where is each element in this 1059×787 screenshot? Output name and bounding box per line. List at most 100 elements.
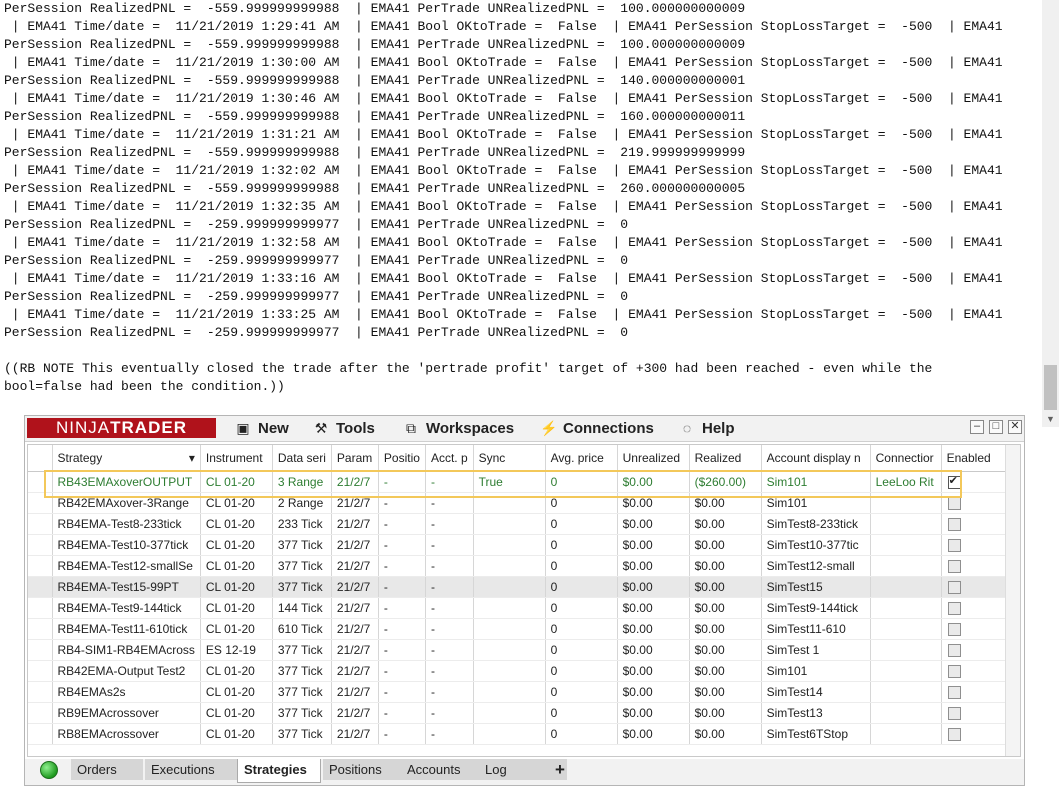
strategy-row[interactable]: RB4EMAs2s CL 01-20 377 Tick 21/2/7- -0 $0.00 $… [28, 681, 1014, 703]
cell-data-seri: 377 Tick [272, 660, 332, 682]
cell-connectior [870, 597, 942, 619]
add-tab-button[interactable]: + [549, 759, 577, 780]
column-header-sync[interactable]: Sync [473, 445, 546, 472]
tab-accounts[interactable]: Accounts [401, 759, 483, 780]
enabled-checkbox[interactable] [947, 474, 961, 490]
column-header-label: Acct. p [430, 451, 468, 465]
enabled-checkbox[interactable] [947, 560, 961, 574]
column-header-avg-price[interactable]: Avg. price [545, 445, 618, 472]
cell-sync [473, 576, 546, 598]
strategy-row[interactable]: RB43EMAxoverOUTPUT CL 01-20 3 Range 21/2/7-… [28, 471, 1014, 493]
cell-realized: $0.00 [689, 618, 762, 640]
tab-executions[interactable]: Executions [145, 759, 237, 780]
menu-tools[interactable]: ⚒ Tools [313, 416, 375, 440]
cell-positio: - [378, 660, 426, 682]
enabled-checkbox[interactable] [947, 644, 961, 658]
cell-positio: - [378, 702, 426, 724]
column-header-realized[interactable]: Realized [689, 445, 762, 472]
strategy-row[interactable]: RB9EMAcrossover CL 01-20 377 Tick 21/2/7- -0… [28, 702, 1014, 724]
cell-data-seri: 377 Tick [272, 555, 332, 577]
cell-instrument: CL 01-20 [200, 555, 273, 577]
tab-positions[interactable]: Positions [323, 759, 401, 780]
cell-acct-p: - [425, 492, 474, 514]
enabled-checkbox[interactable] [947, 623, 961, 637]
strategy-row[interactable]: RB8EMAcrossover CL 01-20 377 Tick 21/2/7- -0… [28, 723, 1014, 745]
strategy-row[interactable]: RB4-SIM1-RB4EMAcross ES 12-19 377 Tick 21/2… [28, 639, 1014, 661]
cell-avg-price: 0 [545, 702, 618, 724]
enabled-checkbox[interactable] [947, 686, 961, 700]
cell-avg-price: 0 [545, 534, 618, 556]
grid-scrollbar[interactable] [1005, 445, 1020, 756]
column-header-instrument[interactable]: Instrument [200, 445, 273, 472]
close-button[interactable]: ✕ [1008, 420, 1022, 434]
cell-param: 21/2/7 [331, 555, 379, 577]
cell-acct-p: - [425, 513, 474, 535]
enabled-checkbox[interactable] [947, 518, 961, 532]
strategy-row[interactable]: RB4EMA-Test10-377tick CL 01-20 377 Tick 21/… [28, 534, 1014, 556]
cell-positio: - [378, 618, 426, 640]
enabled-checkbox[interactable] [947, 539, 961, 553]
strategy-row[interactable]: RB4EMA-Test12-smallSe CL 01-20 377 Tick 21/… [28, 555, 1014, 577]
column-header-acct-p[interactable]: Acct. p [425, 445, 474, 472]
log-line: | EMA41 Time/date = 11/21/2019 1:29:41 A… [4, 19, 1003, 34]
cell-instrument: CL 01-20 [200, 723, 273, 745]
column-header-account-display-n[interactable]: Account display n [761, 445, 871, 472]
column-header-data-seri[interactable]: Data seri [272, 445, 332, 472]
strategy-row[interactable]: RB4EMA-Test15-99PT CL 01-20 377 Tick 21/2/7… [28, 576, 1014, 598]
column-header-connectior[interactable]: Connectior [870, 445, 942, 472]
column-header-positio[interactable]: Positio [378, 445, 426, 472]
log-line: | EMA41 Time/date = 11/21/2019 1:32:02 A… [4, 163, 1003, 178]
scroll-down-icon[interactable]: ▼ [1046, 414, 1055, 424]
enabled-checkbox[interactable] [947, 728, 961, 742]
cell-avg-price: 0 [545, 597, 618, 619]
sort-arrow-icon[interactable]: ▾ [189, 451, 195, 465]
cell-account-display-n: SimTest8-233tick [761, 513, 871, 535]
strategy-row[interactable]: RB4EMA-Test9-144tick CL 01-20 144 Tick 21/2… [28, 597, 1014, 619]
maximize-button[interactable]: □ [989, 420, 1003, 434]
menu-workspaces[interactable]: ⧉ Workspaces [403, 416, 514, 440]
cell-param: 21/2/7 [331, 660, 379, 682]
menu-label: New [258, 420, 289, 437]
cell-strategy: RB4EMA-Test8-233tick [52, 513, 201, 535]
column-header-label: Account display n [766, 451, 861, 465]
strategies-grid: Strategy ▾ Instrument Data seri Param Positio… [27, 444, 1021, 757]
new-window-icon: ▣ [236, 420, 250, 436]
tab-orders[interactable]: Orders [71, 759, 143, 780]
scrollbar-thumb[interactable] [1044, 365, 1057, 410]
help-icon: ◌ [682, 420, 692, 436]
column-header-param[interactable]: Param [331, 445, 379, 472]
ninjatrader-window: NINJATRADER ▣ New ⚒ Tools ⧉ Workspaces ⚡ Connec… [24, 415, 1025, 786]
cell-connectior [870, 492, 942, 514]
enabled-checkbox[interactable] [947, 602, 961, 616]
page-scrollbar[interactable]: ▼ [1042, 0, 1059, 427]
menu-new[interactable]: ▣ New [235, 416, 289, 440]
cell-strategy: RB4EMA-Test12-smallSe [52, 555, 201, 577]
strategy-row[interactable]: RB42EMA-Output Test2 CL 01-20 377 Tick 21/2… [28, 660, 1014, 682]
cell-connectior: LeeLoo Rit [870, 471, 942, 493]
column-header-enabled[interactable]: Enabled [941, 445, 1014, 472]
cell-acct-p: - [425, 471, 474, 493]
log-line: PerSession RealizedPNL = -259.9999999999… [4, 253, 629, 268]
cell-acct-p: - [425, 702, 474, 724]
cell-instrument: CL 01-20 [200, 534, 273, 556]
enabled-checkbox[interactable] [947, 707, 961, 721]
menu-connections[interactable]: ⚡ Connections [540, 416, 654, 440]
tab-strategies[interactable]: Strategies [237, 759, 321, 783]
cell-account-display-n: SimTest10-377tic [761, 534, 871, 556]
cell-param: 21/2/7 [331, 723, 379, 745]
minimize-button[interactable]: – [970, 420, 984, 434]
row-indicator [28, 492, 53, 514]
enabled-checkbox[interactable] [947, 497, 961, 511]
cell-account-display-n: Sim101 [761, 492, 871, 514]
column-header-strategy[interactable]: Strategy ▾ [52, 445, 201, 472]
column-header-unrealized[interactable]: Unrealized [617, 445, 690, 472]
strategy-row[interactable]: RB4EMA-Test8-233tick CL 01-20 233 Tick 21/2… [28, 513, 1014, 535]
enabled-checkbox[interactable] [947, 665, 961, 679]
menu-help[interactable]: ◌ Help [679, 416, 735, 440]
cell-avg-price: 0 [545, 576, 618, 598]
strategy-row[interactable]: RB4EMA-Test11-610tick CL 01-20 610 Tick 21/… [28, 618, 1014, 640]
enabled-cell [941, 681, 1014, 703]
enabled-checkbox[interactable] [947, 581, 961, 595]
strategy-row[interactable]: RB42EMAxover-3Range CL 01-20 2 Range 21/2/7… [28, 492, 1014, 514]
plug-icon: ⚡ [540, 420, 558, 436]
